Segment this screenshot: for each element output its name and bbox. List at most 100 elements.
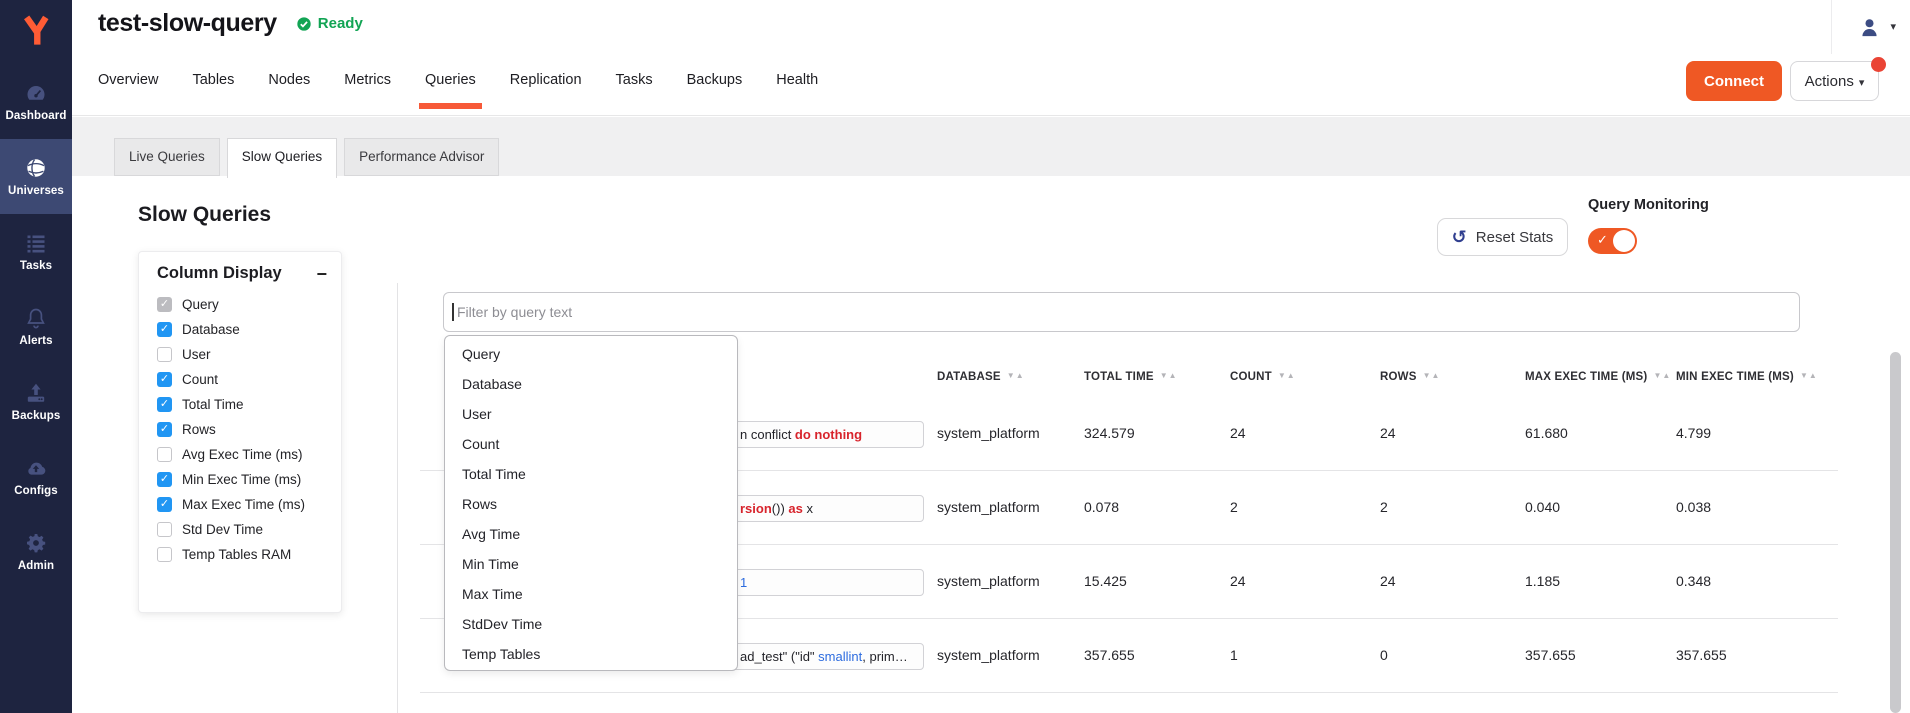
nav-tab-health[interactable]: Health — [776, 62, 818, 116]
cell-max-exec-time-ms: 0.040 — [1525, 499, 1560, 515]
checkbox-unchecked[interactable] — [157, 447, 172, 462]
sidebar-item-admin[interactable]: Admin — [0, 514, 72, 589]
cell-count: 24 — [1230, 425, 1246, 441]
checkbox-checked[interactable]: ✓ — [157, 422, 172, 437]
column-header-database[interactable]: DATABASE▼▲ — [937, 371, 1025, 383]
column-option-user[interactable]: User — [157, 342, 333, 367]
column-option-temp-tables-ram[interactable]: Temp Tables RAM — [157, 542, 333, 567]
cell-database: system_platform — [937, 647, 1040, 663]
dropdown-item-user[interactable]: User — [445, 399, 737, 429]
column-display-card: Column Display − ✓Query✓DatabaseUser✓Cou… — [138, 251, 342, 613]
cell-min-exec-time-ms: 0.348 — [1676, 573, 1711, 589]
vertical-scrollbar[interactable] — [1890, 352, 1901, 713]
sort-icon: ▼▲ — [1007, 371, 1025, 380]
dropdown-item-rows[interactable]: Rows — [445, 489, 737, 519]
column-header-min-exec-time-ms[interactable]: MIN EXEC TIME (MS)▼▲ — [1676, 371, 1818, 383]
column-header-rows[interactable]: ROWS▼▲ — [1380, 371, 1440, 383]
nav-tab-metrics[interactable]: Metrics — [344, 62, 391, 116]
checkbox-checked[interactable]: ✓ — [157, 472, 172, 487]
cell-database: system_platform — [937, 573, 1040, 589]
dropdown-item-min-time[interactable]: Min Time — [445, 549, 737, 579]
notification-dot — [1871, 57, 1886, 72]
column-option-query[interactable]: ✓Query — [157, 292, 333, 317]
page-title: Slow Queries — [138, 203, 271, 227]
checkbox-checked[interactable]: ✓ — [157, 322, 172, 337]
checkbox-checked[interactable]: ✓ — [157, 297, 172, 312]
sidebar-item-configs[interactable]: Configs — [0, 439, 72, 514]
sidebar-item-label: Dashboard — [6, 110, 67, 122]
chevron-down-icon: ▾ — [1890, 22, 1896, 33]
sidebar-item-alerts[interactable]: Alerts — [0, 289, 72, 364]
reset-stats-button[interactable]: ↺ Reset Stats — [1437, 218, 1568, 256]
column-header-count[interactable]: COUNT▼▲ — [1230, 371, 1296, 383]
subtab-performance-advisor[interactable]: Performance Advisor — [344, 138, 499, 176]
column-option-label: Count — [182, 372, 218, 387]
connect-button[interactable]: Connect — [1686, 61, 1782, 101]
cell-database: system_platform — [937, 425, 1040, 441]
reset-icon: ↺ — [1452, 228, 1467, 246]
dropdown-item-stddev-time[interactable]: StdDev Time — [445, 609, 737, 639]
nav-tab-overview[interactable]: Overview — [98, 62, 158, 116]
column-header-label: ROWS — [1380, 371, 1417, 383]
nav-tab-queries[interactable]: Queries — [425, 62, 476, 116]
column-option-rows[interactable]: ✓Rows — [157, 417, 333, 442]
gear-icon — [24, 531, 48, 555]
dropdown-item-count[interactable]: Count — [445, 429, 737, 459]
checkbox-checked[interactable]: ✓ — [157, 497, 172, 512]
checkbox-unchecked[interactable] — [157, 347, 172, 362]
bell-icon — [24, 306, 48, 330]
checkbox-unchecked[interactable] — [157, 547, 172, 562]
column-option-label: Total Time — [182, 397, 244, 412]
globe-icon — [24, 156, 48, 180]
column-option-min-exec-time-ms[interactable]: ✓Min Exec Time (ms) — [157, 467, 333, 492]
subtab-live-queries[interactable]: Live Queries — [114, 138, 220, 176]
universe-title-row: test-slow-query Ready — [98, 9, 363, 38]
yugabyte-logo-icon[interactable] — [0, 0, 72, 62]
query-fragment: n conflict — [740, 427, 795, 442]
column-option-std-dev-time[interactable]: Std Dev Time — [157, 517, 333, 542]
column-header-max-exec-time-ms[interactable]: MAX EXEC TIME (MS)▼▲ — [1525, 371, 1671, 383]
sidebar-item-universes[interactable]: Universes — [0, 139, 72, 214]
slow-queries-panel: Slow Queries ↺ Reset Stats Query Monitor… — [72, 176, 1910, 713]
dropdown-item-temp-tables[interactable]: Temp Tables — [445, 639, 737, 669]
cell-max-exec-time-ms: 357.655 — [1525, 647, 1576, 663]
nav-tab-nodes[interactable]: Nodes — [268, 62, 310, 116]
user-menu[interactable]: ▾ — [1831, 0, 1896, 54]
subtab-slow-queries[interactable]: Slow Queries — [227, 138, 337, 178]
nav-tab-tables[interactable]: Tables — [192, 62, 234, 116]
dropdown-item-database[interactable]: Database — [445, 369, 737, 399]
column-option-max-exec-time-ms[interactable]: ✓Max Exec Time (ms) — [157, 492, 333, 517]
status-label: Ready — [318, 15, 363, 32]
dropdown-item-query[interactable]: Query — [445, 339, 737, 369]
column-header-total-time[interactable]: TOTAL TIME▼▲ — [1084, 371, 1178, 383]
dropdown-item-max-time[interactable]: Max Time — [445, 579, 737, 609]
sidebar-item-dashboard[interactable]: Dashboard — [0, 64, 72, 139]
query-filter-input[interactable] — [443, 292, 1800, 332]
checkbox-unchecked[interactable] — [157, 522, 172, 537]
nav-tab-tasks[interactable]: Tasks — [616, 62, 653, 116]
checkbox-checked[interactable]: ✓ — [157, 372, 172, 387]
cell-count: 24 — [1230, 573, 1246, 589]
column-option-avg-exec-time-ms[interactable]: Avg Exec Time (ms) — [157, 442, 333, 467]
cell-total-time: 15.425 — [1084, 573, 1127, 589]
sidebar-item-tasks[interactable]: Tasks — [0, 214, 72, 289]
cloud-icon — [24, 456, 48, 480]
column-filter-dropdown: QueryDatabaseUserCountTotal TimeRowsAvg … — [444, 335, 738, 671]
column-option-count[interactable]: ✓ Count — [157, 367, 333, 392]
dropdown-item-avg-time[interactable]: Avg Time — [445, 519, 737, 549]
sidebar-item-label: Universes — [8, 185, 64, 197]
sidebar-item-backups[interactable]: Backups — [0, 364, 72, 439]
nav-tab-replication[interactable]: Replication — [510, 62, 582, 116]
column-option-database[interactable]: ✓Database — [157, 317, 333, 342]
checkbox-checked[interactable]: ✓ — [157, 397, 172, 412]
top-header: test-slow-query Ready ▾ Overview Tables No… — [72, 0, 1910, 116]
user-avatar-icon — [1858, 16, 1881, 39]
dropdown-item-total-time[interactable]: Total Time — [445, 459, 737, 489]
query-monitoring-toggle[interactable]: ✓ — [1588, 228, 1637, 254]
nav-tab-backups[interactable]: Backups — [687, 62, 743, 116]
column-option-total-time[interactable]: ✓ Total Time — [157, 392, 333, 417]
row-separator — [420, 692, 1838, 693]
collapse-icon[interactable]: − — [316, 265, 327, 283]
cell-rows: 24 — [1380, 573, 1396, 589]
actions-button[interactable]: Actions▾ — [1790, 61, 1879, 101]
